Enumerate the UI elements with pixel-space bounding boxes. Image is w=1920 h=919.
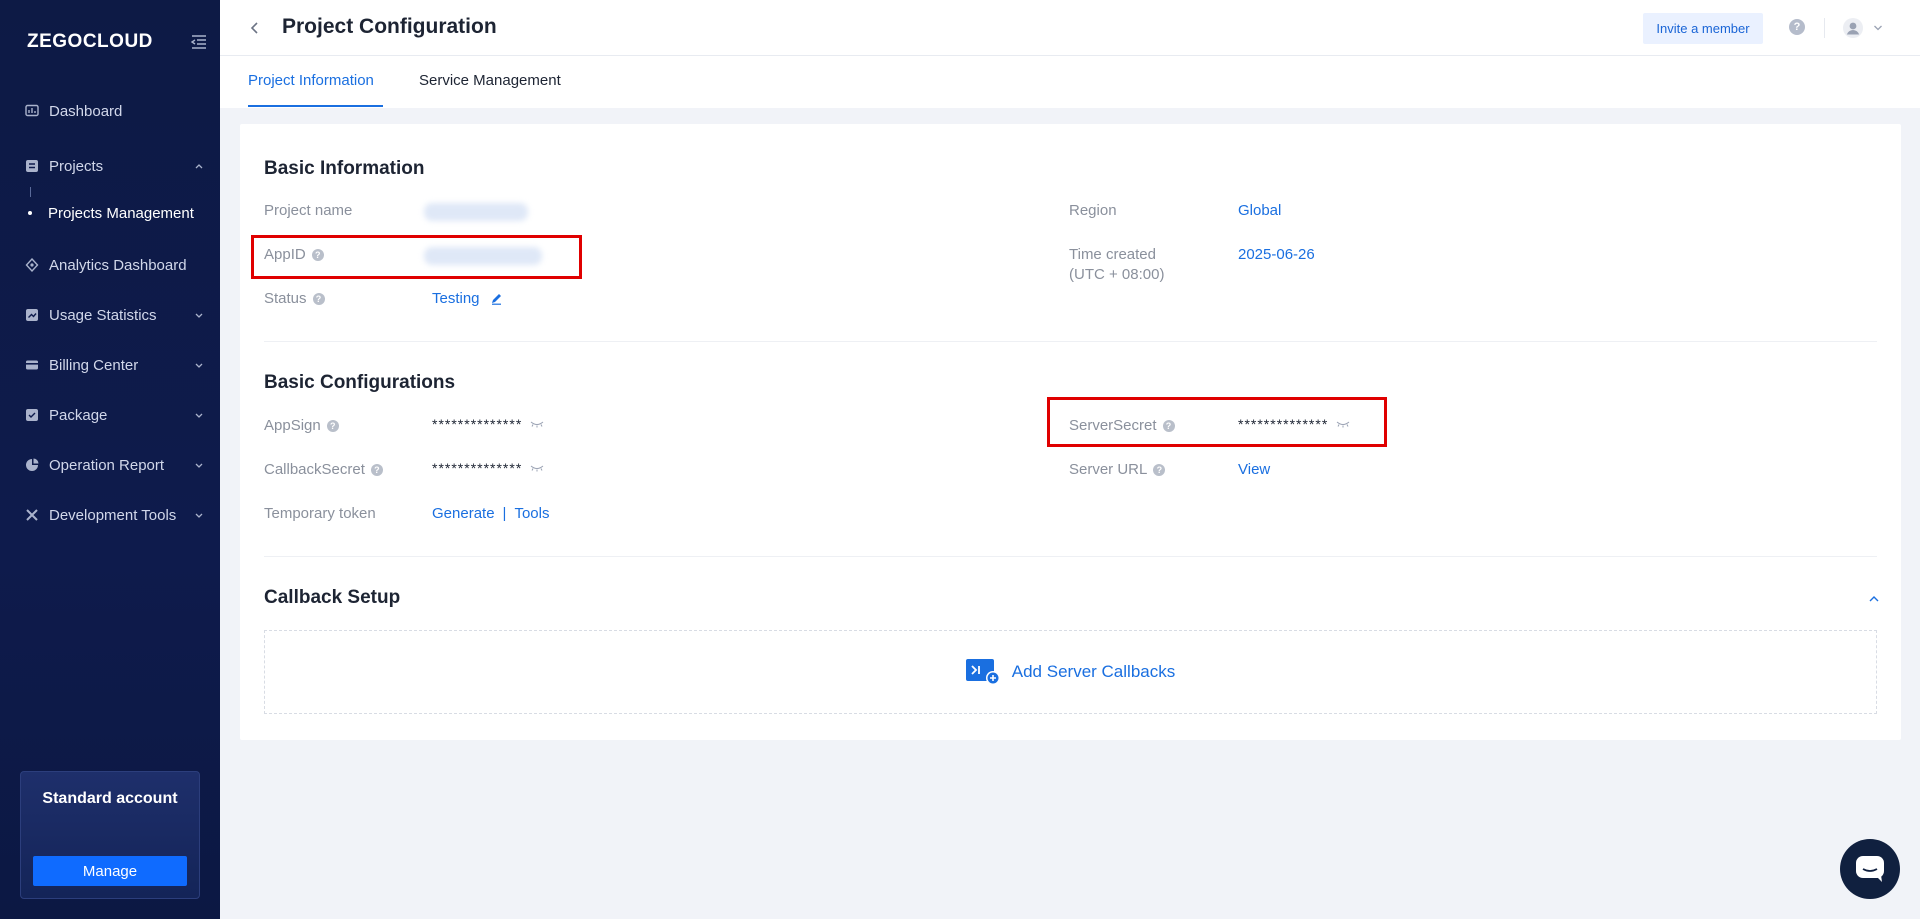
basic-information-title: Basic Information (264, 158, 425, 179)
billing-icon (24, 357, 40, 373)
chat-support-button[interactable] (1840, 839, 1900, 899)
sidebar-item-label: Projects Management (48, 204, 194, 222)
tab-service-management[interactable]: Service Management (419, 72, 561, 89)
dashboard-icon (24, 103, 40, 119)
project-name-value-redacted (424, 203, 528, 221)
collapse-sidebar-icon[interactable] (190, 33, 208, 51)
tree-line (30, 187, 31, 197)
chat-bubble-icon (1856, 856, 1884, 882)
sidebar-item-projects-management[interactable]: Projects Management (0, 187, 220, 235)
header-divider (1824, 18, 1825, 38)
add-callback-icon (965, 659, 1000, 685)
active-dot (28, 211, 32, 215)
appsign-label: AppSign? (264, 417, 339, 434)
sidebar-header: ZEGOCLOUD (27, 30, 208, 54)
account-type-label: Standard account (42, 790, 178, 807)
edit-icon[interactable] (490, 292, 503, 305)
callback-setup-title: Callback Setup (264, 587, 401, 608)
top-header: Project Configuration Invite a member ? (220, 0, 1920, 56)
time-created-label: Time created (1069, 246, 1156, 263)
back-arrow-icon[interactable] (248, 20, 262, 36)
sidebar-item-label: Usage Statistics (49, 306, 157, 324)
project-info-card: Basic Information Project name AppID? St… (240, 124, 1901, 740)
appsign-value: ************** (432, 416, 544, 432)
highlight-box-appid (251, 235, 582, 279)
add-server-callbacks-button[interactable]: Add Server Callbacks (264, 630, 1877, 714)
usage-icon (24, 307, 40, 323)
projects-icon (24, 158, 40, 174)
chevron-up-icon (195, 164, 203, 169)
highlight-box-serversecret (1047, 397, 1387, 447)
sidebar-item-billing[interactable]: Billing Center (0, 340, 220, 390)
sidebar-item-package[interactable]: Package (0, 390, 220, 440)
sidebar-item-development-tools[interactable]: Development Tools (0, 490, 220, 540)
chevron-down-icon (195, 363, 203, 368)
account-card: Standard account Manage (20, 771, 200, 899)
chevron-down-icon (195, 463, 203, 468)
sidebar-item-label: Projects (49, 157, 104, 175)
tab-bar: Project Information Service Management (220, 56, 1920, 108)
sidebar-item-label: Analytics Dashboard (49, 256, 187, 274)
chevron-down-icon[interactable] (1873, 24, 1883, 32)
package-icon (24, 407, 40, 423)
add-callback-content: Add Server Callbacks (965, 659, 1176, 685)
chevron-down-icon (195, 313, 203, 318)
help-icon[interactable]: ? (312, 292, 325, 305)
generate-link[interactable]: Generate (432, 505, 495, 522)
region-value: Global (1238, 202, 1282, 219)
sidebar-item-projects[interactable]: Projects (0, 141, 220, 191)
temporary-token-actions: Generate | Tools (432, 505, 549, 522)
chevron-down-icon (195, 413, 203, 418)
region-label: Region (1069, 202, 1117, 219)
logo: ZEGOCLOUD (27, 31, 153, 52)
project-name-label: Project name (264, 202, 353, 219)
help-icon[interactable]: ? (1789, 19, 1805, 35)
section-divider (264, 556, 1877, 557)
help-icon[interactable]: ? (326, 419, 339, 432)
sidebar-item-label: Billing Center (49, 356, 139, 374)
sidebar-item-label: Development Tools (49, 506, 177, 524)
status-label: Status? (264, 290, 325, 307)
time-created-timezone: (UTC + 08:00) (1069, 266, 1165, 283)
serverurl-label: Server URL? (1069, 461, 1166, 478)
time-created-value: 2025-06-26 (1238, 246, 1315, 263)
chevron-down-icon (195, 513, 203, 518)
page-title: Project Configuration (282, 15, 497, 38)
manage-button[interactable]: Manage (33, 856, 187, 886)
eye-closed-icon[interactable] (530, 464, 544, 472)
status-value[interactable]: Testing (432, 290, 503, 307)
section-divider (264, 341, 1877, 342)
link-separator: | (502, 505, 507, 522)
add-server-callbacks-label: Add Server Callbacks (1011, 662, 1176, 681)
basic-configurations-title: Basic Configurations (264, 372, 456, 393)
sidebar-item-analytics[interactable]: Analytics Dashboard (0, 240, 220, 290)
callbacksecret-value: ************** (432, 460, 544, 476)
callbacksecret-label: CallbackSecret? (264, 461, 383, 478)
invite-member-button[interactable]: Invite a member (1643, 13, 1763, 44)
sidebar-item-label: Package (49, 406, 108, 424)
avatar[interactable] (1843, 18, 1863, 38)
sidebar-item-usage[interactable]: Usage Statistics (0, 290, 220, 340)
tools-link[interactable]: Tools (514, 505, 549, 522)
help-icon[interactable]: ? (370, 463, 383, 476)
tab-project-information[interactable]: Project Information (248, 72, 374, 89)
sidebar-item-label: Operation Report (49, 456, 165, 474)
serverurl-view-link[interactable]: View (1238, 461, 1270, 478)
report-icon (24, 457, 40, 473)
sidebar-item-dashboard[interactable]: Dashboard (0, 86, 220, 136)
active-tab-indicator (248, 105, 383, 107)
help-icon[interactable]: ? (1153, 463, 1166, 476)
tools-icon (24, 507, 40, 523)
sidebar: ZEGOCLOUD Dashboard Projects Projects Ma… (0, 0, 220, 919)
sidebar-nav: Dashboard Projects Projects Management A… (0, 86, 220, 540)
eye-closed-icon[interactable] (530, 420, 544, 428)
sidebar-item-operation-report[interactable]: Operation Report (0, 440, 220, 490)
analytics-icon (24, 257, 40, 273)
temporary-token-label: Temporary token (264, 505, 376, 522)
chevron-up-icon[interactable] (1868, 595, 1880, 603)
sidebar-item-label: Dashboard (49, 102, 123, 120)
